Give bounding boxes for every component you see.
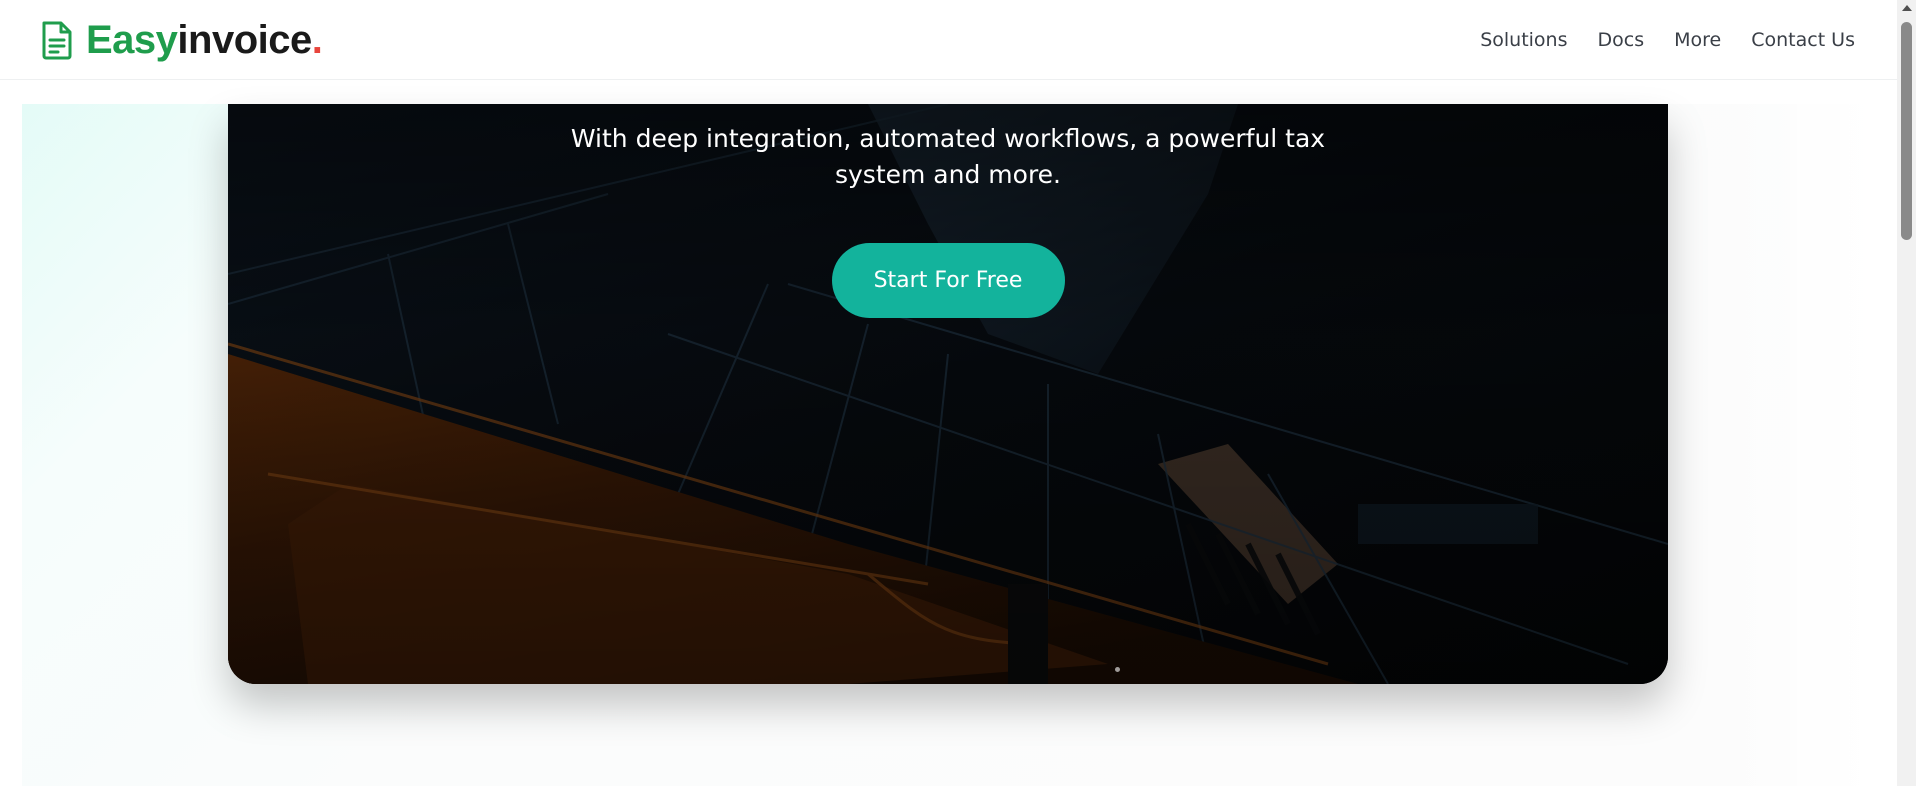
vertical-scrollbar[interactable]: [1897, 0, 1916, 786]
hero-subtitle: With deep integration, automated workflo…: [570, 124, 1326, 189]
hero-card: With deep integration, automated workflo…: [228, 104, 1668, 684]
brand-name: Easyinvoice.: [86, 17, 323, 62]
brand-name-invoice: invoice: [177, 17, 312, 62]
start-for-free-button[interactable]: Start For Free: [831, 243, 1065, 318]
document-icon: [40, 20, 74, 60]
main-nav: Solutions Docs More Contact Us: [1480, 29, 1855, 51]
hero-content: With deep integration, automated workflo…: [228, 104, 1668, 318]
nav-link-solutions[interactable]: Solutions: [1480, 29, 1567, 51]
nav-link-docs[interactable]: Docs: [1598, 29, 1645, 51]
background-fade: [1720, 104, 1874, 786]
carousel-dot[interactable]: [1115, 667, 1120, 672]
nav-link-more[interactable]: More: [1674, 29, 1721, 51]
nav-link-contact-us[interactable]: Contact Us: [1751, 29, 1855, 51]
brand-dot: .: [311, 17, 323, 62]
logo-link[interactable]: Easyinvoice.: [40, 17, 323, 62]
scrollbar-thumb[interactable]: [1901, 22, 1912, 240]
brand-name-easy: Easy: [86, 17, 178, 62]
page: Easyinvoice. Solutions Docs More Contact…: [0, 0, 1916, 786]
scroll-up-arrow-icon[interactable]: [1902, 5, 1912, 11]
site-header: Easyinvoice. Solutions Docs More Contact…: [0, 0, 1897, 80]
